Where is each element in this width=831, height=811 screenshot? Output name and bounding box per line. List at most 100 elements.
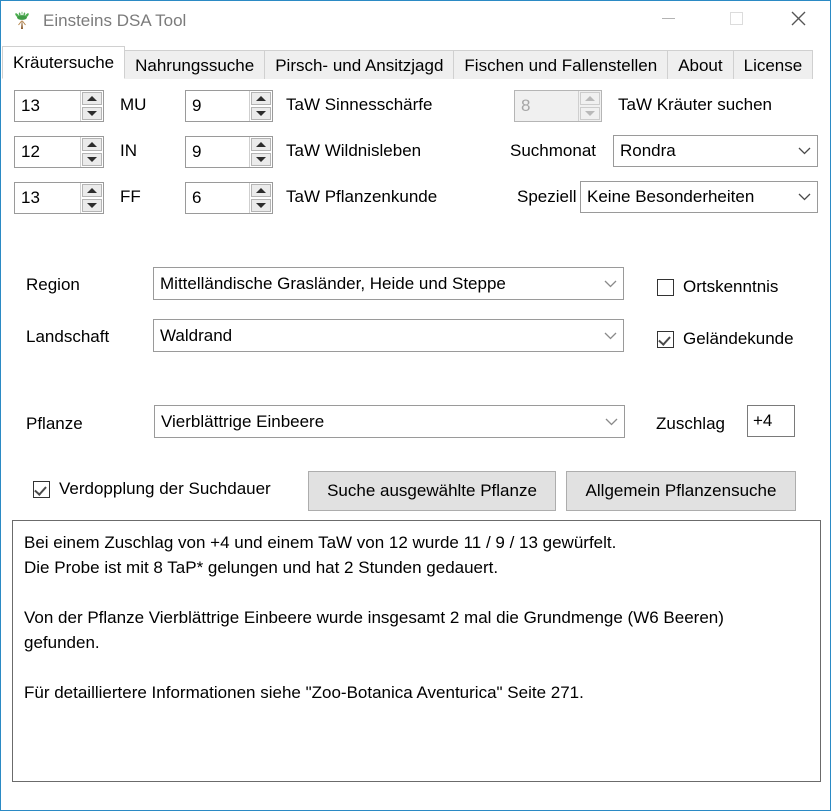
landschaft-dropdown[interactable]: Waldrand	[153, 319, 624, 352]
maximize-icon	[729, 11, 743, 25]
taw-kraeuter-suchen-spinner: 8	[514, 90, 602, 122]
attribute-mu-spinner[interactable]: 13	[14, 90, 104, 122]
spinner-up-button[interactable]	[251, 92, 271, 105]
application-window: Einsteins DSA Tool Kräutersuche Nahrungs…	[0, 0, 831, 811]
gelaendekunde-label: Geländekunde	[683, 329, 794, 348]
verdopplung-suchdauer-label: Verdopplung der Suchdauer	[59, 479, 271, 498]
suche-ausgewaehlte-pflanze-button[interactable]: Suche ausgewählte Pflanze	[308, 471, 556, 511]
ortskenntnis-label: Ortskenntnis	[683, 277, 779, 296]
gelaendekunde-checkbox[interactable]: Geländekunde	[657, 329, 794, 349]
taw-sinnesschaerfe-label: TaW Sinnesschärfe	[286, 95, 433, 114]
tab-license[interactable]: License	[732, 50, 814, 79]
attribute-ff-arrows[interactable]	[80, 183, 103, 213]
attribute-mu-label: MU	[120, 95, 147, 114]
minimize-button[interactable]	[645, 3, 691, 33]
spinner-up-button[interactable]	[82, 184, 102, 197]
close-icon	[791, 11, 805, 25]
spinner-down-button[interactable]	[82, 107, 102, 120]
plant-icon	[11, 10, 33, 32]
ortskenntnis-checkbox[interactable]: Ortskenntnis	[657, 277, 778, 297]
pflanze-label: Pflanze	[26, 414, 83, 433]
spinner-up-button[interactable]	[82, 138, 102, 151]
spinner-down-button[interactable]	[251, 107, 271, 120]
attribute-in-spinner[interactable]: 12	[14, 136, 104, 168]
chevron-down-icon	[797, 147, 811, 155]
triangle-down-icon	[87, 203, 97, 208]
spinner-up-button[interactable]	[251, 138, 271, 151]
allgemein-pflanzensuche-button[interactable]: Allgemein Pflanzensuche	[566, 471, 796, 511]
triangle-down-icon	[256, 111, 266, 116]
triangle-up-icon	[585, 96, 595, 101]
region-value: Mittelländische Grasländer, Heide und St…	[160, 273, 506, 293]
close-button[interactable]	[775, 3, 821, 33]
taw-sinnesschaerfe-arrows[interactable]	[249, 91, 272, 121]
attribute-in-value[interactable]: 12	[15, 137, 80, 167]
attribute-in-label: IN	[120, 141, 137, 160]
triangle-up-icon	[256, 96, 266, 101]
taw-wildnisleben-label: TaW Wildnisleben	[286, 141, 422, 160]
tab-about[interactable]: About	[667, 50, 734, 79]
taw-kraeuter-suchen-arrows	[578, 91, 601, 121]
spinner-up-button[interactable]	[82, 92, 102, 105]
triangle-up-icon	[87, 188, 97, 193]
landschaft-label: Landschaft	[26, 327, 110, 346]
tab-bar: Kräutersuche Nahrungssuche Pirsch- und A…	[2, 45, 830, 80]
taw-wildnisleben-value[interactable]: 9	[186, 137, 249, 167]
checkbox-box[interactable]	[657, 278, 674, 296]
taw-pflanzenkunde-label: TaW Pflanzenkunde	[286, 187, 438, 206]
spinner-down-button[interactable]	[251, 199, 271, 212]
tab-kraeutersuche[interactable]: Kräutersuche	[2, 46, 126, 79]
triangle-up-icon	[87, 96, 97, 101]
spinner-down-button[interactable]	[82, 153, 102, 166]
pflanze-dropdown[interactable]: Vierblättrige Einbeere	[154, 405, 625, 438]
triangle-down-icon	[256, 157, 266, 162]
zuschlag-label: Zuschlag	[656, 414, 725, 433]
triangle-up-icon	[256, 142, 266, 147]
taw-kraeuter-suchen-value: 8	[521, 96, 531, 115]
attribute-in-arrows[interactable]	[80, 137, 103, 167]
attribute-mu-value[interactable]: 13	[15, 91, 80, 121]
attribute-ff-spinner[interactable]: 13	[14, 182, 104, 214]
suchmonat-label: Suchmonat	[510, 141, 596, 160]
spinner-up-button[interactable]	[251, 184, 271, 197]
chevron-down-icon	[604, 418, 618, 426]
speziell-dropdown[interactable]: Keine Besonderheiten	[580, 181, 818, 213]
verdopplung-suchdauer-checkbox[interactable]: Verdopplung der Suchdauer	[33, 479, 271, 499]
taw-pflanzenkunde-arrows[interactable]	[249, 183, 272, 213]
landschaft-value: Waldrand	[160, 325, 233, 345]
chevron-down-icon	[797, 193, 811, 201]
taw-wildnisleben-spinner[interactable]: 9	[185, 136, 273, 168]
result-output-textarea[interactable]: Bei einem Zuschlag von +4 und einem TaW …	[12, 520, 821, 782]
zuschlag-field[interactable]: +4	[747, 405, 795, 437]
region-dropdown[interactable]: Mittelländische Grasländer, Heide und St…	[153, 267, 624, 300]
maximize-button[interactable]	[713, 3, 759, 33]
tab-nahrungssuche[interactable]: Nahrungssuche	[124, 50, 266, 79]
speziell-value: Keine Besonderheiten	[587, 187, 755, 206]
tab-pirsch-und-ansitzjagd[interactable]: Pirsch- und Ansitzjagd	[264, 50, 455, 79]
triangle-up-icon	[87, 142, 97, 147]
spinner-down-button[interactable]	[82, 199, 102, 212]
suchmonat-dropdown[interactable]: Rondra	[613, 135, 818, 167]
region-label: Region	[26, 275, 80, 294]
triangle-down-icon	[585, 111, 595, 116]
window-title: Einsteins DSA Tool	[43, 11, 187, 30]
suchmonat-value: Rondra	[620, 141, 676, 160]
triangle-down-icon	[87, 111, 97, 116]
tab-fischen-und-fallenstellen[interactable]: Fischen und Fallenstellen	[453, 50, 669, 79]
spinner-down-button	[580, 107, 600, 120]
checkbox-box[interactable]	[33, 480, 50, 498]
tab-panel-kraeutersuche: 13 MU 12 IN 13 FF 9 TaW Sinnesschärfe 9 …	[2, 79, 830, 810]
spinner-up-button	[580, 92, 600, 105]
taw-sinnesschaerfe-value[interactable]: 9	[186, 91, 249, 121]
checkbox-box[interactable]	[657, 330, 674, 348]
taw-wildnisleben-arrows[interactable]	[249, 137, 272, 167]
pflanze-value: Vierblättrige Einbeere	[161, 411, 325, 431]
attribute-mu-arrows[interactable]	[80, 91, 103, 121]
taw-pflanzenkunde-spinner[interactable]: 6	[185, 182, 273, 214]
spinner-down-button[interactable]	[251, 153, 271, 166]
taw-pflanzenkunde-value[interactable]: 6	[186, 183, 249, 213]
taw-sinnesschaerfe-spinner[interactable]: 9	[185, 90, 273, 122]
attribute-ff-value[interactable]: 13	[15, 183, 80, 213]
chevron-down-icon	[603, 280, 617, 288]
attribute-ff-label: FF	[120, 187, 141, 206]
